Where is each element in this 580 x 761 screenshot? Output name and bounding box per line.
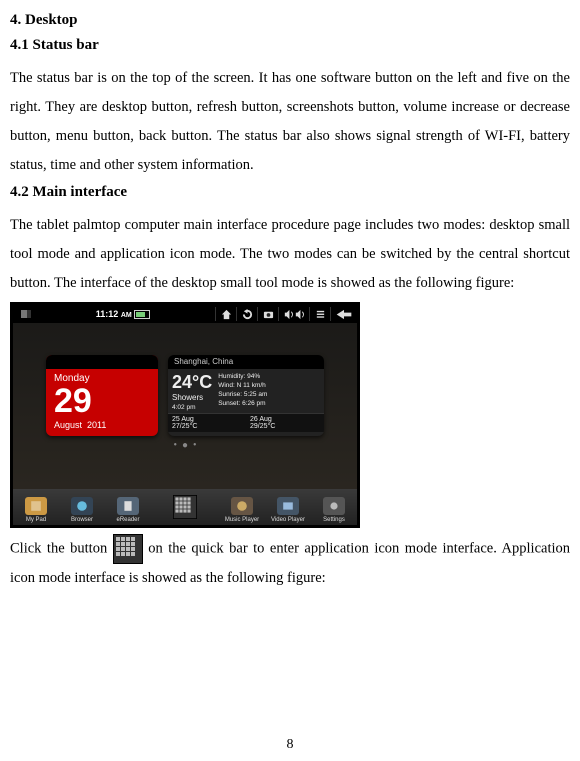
dock-video[interactable]: Video Player: [265, 489, 311, 525]
calendar-year: 2011: [87, 420, 106, 430]
calendar-daynum: 29: [46, 384, 158, 420]
clock-ampm: AM: [121, 312, 132, 319]
dock-center-apps-button[interactable]: [151, 489, 219, 525]
signal-icon: [21, 310, 31, 318]
weather-humidity: Humidity: 94%: [218, 372, 320, 381]
desktop-screenshot: 11:12 AM Monday 29 August 2011 Sh: [10, 302, 360, 528]
clock-time: 11:12: [96, 309, 119, 319]
dock-ereader[interactable]: eReader: [105, 489, 151, 525]
weather-widget[interactable]: Shanghai, China 24°C Showers 4:02 pm Hum…: [168, 355, 324, 436]
forecast-1: 25 Aug27/25°C: [168, 413, 246, 432]
calendar-month: August: [54, 420, 82, 430]
subsection-41-text: The status bar is on the top of the scre…: [10, 64, 570, 180]
weather-sunset: Sunset: 6:26 pm: [218, 399, 320, 408]
subsection-42-text: The tablet palmtop computer main interfa…: [10, 211, 570, 298]
weather-city: Shanghai, China: [168, 355, 324, 369]
click-instruction: Click the button on the quick bar to ent…: [10, 534, 570, 593]
dock-label: My Pad: [26, 517, 46, 523]
dock-mypad[interactable]: My Pad: [13, 489, 59, 525]
back-icon[interactable]: [330, 307, 357, 321]
dock-browser[interactable]: Browser: [59, 489, 105, 525]
weather-wind: Wind: N 11 km/h: [218, 381, 320, 390]
dock-label: eReader: [116, 517, 139, 523]
forecast-2: 26 Aug29/25°C: [246, 413, 324, 432]
camera-icon[interactable]: [257, 307, 278, 321]
home-icon[interactable]: [215, 307, 236, 321]
weather-temp: 24°C: [172, 372, 212, 393]
dock-label: Video Player: [271, 517, 305, 523]
dock-label: Browser: [71, 517, 93, 523]
weather-sunrise: Sunrise: 5:25 am: [218, 390, 320, 399]
calendar-widget[interactable]: Monday 29 August 2011: [46, 355, 158, 436]
subsection-41-heading: 4.1 Status bar: [10, 37, 570, 54]
subsection-42-heading: 4.2 Main interface: [10, 184, 570, 201]
dock-music[interactable]: Music Player: [219, 489, 265, 525]
apps-grid-icon: [113, 534, 143, 564]
status-bar: 11:12 AM: [13, 305, 357, 323]
refresh-icon[interactable]: [236, 307, 257, 321]
battery-icon: [134, 310, 150, 319]
dock: My Pad Browser eReader Music Player Vide…: [13, 489, 357, 525]
menu-icon[interactable]: [309, 307, 330, 321]
weather-localtime: 4:02 pm: [172, 404, 212, 411]
dock-settings[interactable]: Settings: [311, 489, 357, 525]
dock-label: Settings: [323, 517, 345, 523]
click-pre: Click the button: [10, 540, 113, 556]
weather-cond: Showers: [172, 393, 212, 402]
page-number: 8: [0, 737, 580, 753]
volume-icon[interactable]: [278, 307, 309, 321]
dock-label: Music Player: [225, 517, 259, 523]
page-indicator: • ● •: [13, 440, 357, 451]
section-heading: 4. Desktop: [10, 12, 570, 29]
